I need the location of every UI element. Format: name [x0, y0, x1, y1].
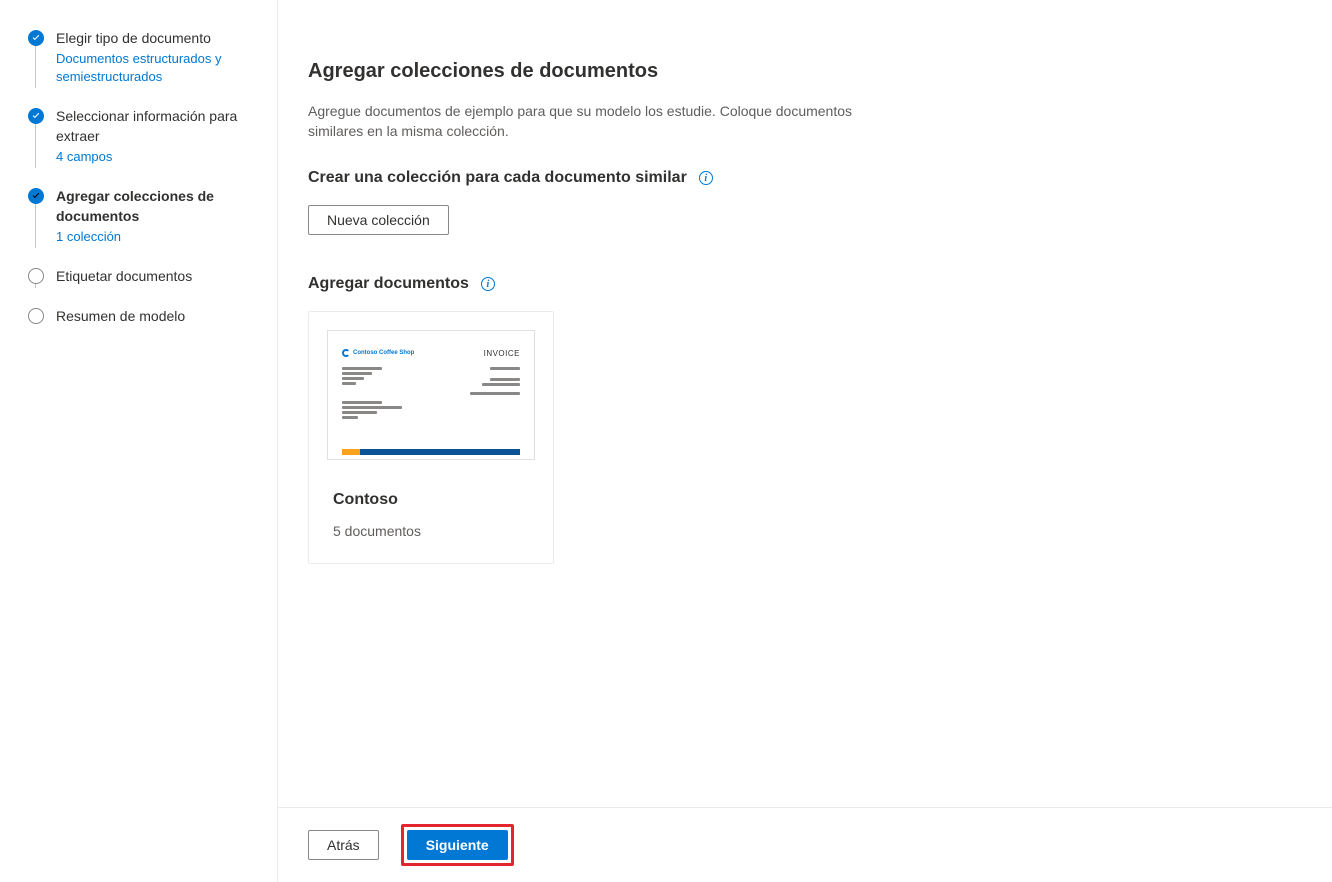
step-choose-doc-type[interactable]: Elegir tipo de documento Documentos estr… — [28, 30, 257, 108]
page-description: Agregue documentos de ejemplo para que s… — [308, 101, 868, 141]
step-add-collections[interactable]: Agregar colecciones de documentos 1 cole… — [28, 188, 257, 268]
section-label: Agregar documentos — [308, 275, 469, 293]
check-icon — [28, 188, 44, 204]
step-title: Agregar colecciones de documentos — [56, 186, 257, 226]
next-button-highlight: Siguiente — [401, 824, 514, 866]
page-title: Agregar colecciones de documentos — [308, 60, 1302, 83]
section-add-documents: Agregar documentos i — [308, 275, 1302, 293]
check-icon — [28, 30, 44, 46]
step-select-info[interactable]: Seleccionar información para extraer 4 c… — [28, 108, 257, 188]
main-panel: Agregar colecciones de documentos Agregu… — [278, 0, 1332, 882]
circle-icon — [28, 308, 44, 324]
invoice-title: INVOICE — [484, 349, 520, 358]
back-button[interactable]: Atrás — [308, 830, 379, 860]
logo-icon — [342, 349, 350, 357]
collection-name: Contoso — [333, 491, 529, 509]
info-icon[interactable]: i — [699, 171, 713, 185]
section-label: Crear una colección para cada documento … — [308, 169, 687, 187]
new-collection-button[interactable]: Nueva colección — [308, 205, 449, 235]
collection-card[interactable]: Contoso Coffee Shop INVOICE — [308, 311, 554, 564]
invoice-preview: Contoso Coffee Shop INVOICE — [327, 330, 535, 460]
step-sub: 4 campos — [56, 148, 257, 166]
step-title: Resumen de modelo — [56, 306, 257, 326]
step-tag-documents[interactable]: Etiquetar documentos — [28, 268, 257, 308]
circle-icon — [28, 268, 44, 284]
step-title: Elegir tipo de documento — [56, 28, 257, 48]
invoice-logo-text: Contoso Coffee Shop — [353, 350, 414, 356]
wizard-footer: Atrás Siguiente — [278, 807, 1332, 882]
info-icon[interactable]: i — [481, 277, 495, 291]
step-sub: Documentos estructurados y semiestructur… — [56, 50, 257, 86]
collection-thumbnail: Contoso Coffee Shop INVOICE — [309, 312, 553, 477]
wizard-sidebar: Elegir tipo de documento Documentos estr… — [0, 0, 278, 882]
check-icon — [28, 108, 44, 124]
collection-doc-count: 5 documentos — [333, 523, 529, 539]
step-sub: 1 colección — [56, 228, 257, 246]
step-title: Seleccionar información para extraer — [56, 106, 257, 146]
next-button[interactable]: Siguiente — [407, 830, 508, 860]
step-model-summary[interactable]: Resumen de modelo — [28, 308, 257, 326]
step-title: Etiquetar documentos — [56, 266, 257, 286]
section-create-collection: Crear una colección para cada documento … — [308, 169, 1302, 187]
